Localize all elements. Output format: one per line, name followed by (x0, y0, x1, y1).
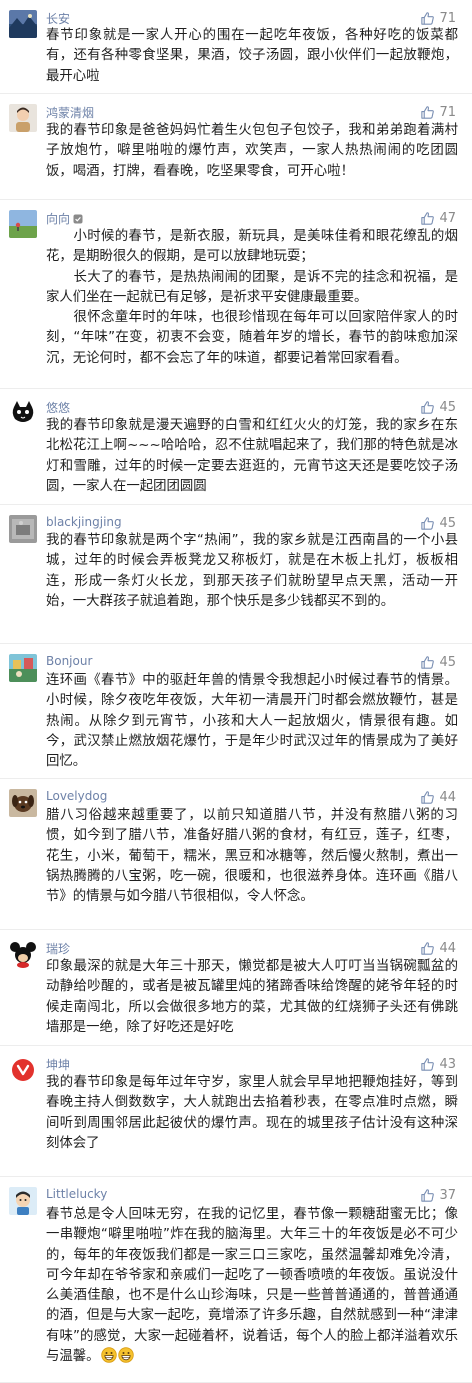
comment-item: 悠悠 45 我的春节印象就是漫天遍野的白雪和红红火火的灯笼，我的家乡在东北松花江上啊… (0, 389, 472, 505)
user-avatar[interactable] (9, 515, 37, 543)
comment-text: 我的春节印象就是两个字“热闹”，我的家乡就是江西南昌的一个小县城，过年的时候会弄… (46, 531, 458, 612)
like-button[interactable]: 47 (420, 209, 456, 227)
like-count: 43 (439, 1056, 456, 1072)
comment-list: 长安 71 春节印象就是一家人开心的围在一起吃年夜饭，各种好吃的饭菜都有，还有各种零… (0, 0, 472, 1383)
like-button[interactable]: 45 (420, 653, 456, 671)
comment-username[interactable]: Littlelucky (46, 1187, 107, 1201)
like-button[interactable]: 44 (420, 788, 456, 806)
comment-text: 我的春节印象是爸爸妈妈忙着生火包包子包饺子，我和弟弟跑着满村子放炮竹，噼里啪啦的… (46, 121, 458, 182)
thumbs-up-icon (420, 1057, 435, 1072)
comment-username[interactable]: Bonjour (46, 654, 92, 668)
like-button[interactable]: 71 (420, 103, 456, 121)
like-button[interactable]: 37 (420, 1186, 456, 1204)
user-avatar[interactable] (9, 399, 37, 427)
like-button[interactable]: 43 (420, 1055, 456, 1073)
user-avatar[interactable] (9, 1187, 37, 1215)
thumbs-up-icon (420, 790, 435, 805)
thumbs-up-icon (420, 11, 435, 26)
grinning-emoji-icon (100, 1347, 117, 1363)
comment-item: 长安 71 春节印象就是一家人开心的围在一起吃年夜饭，各种好吃的饭菜都有，还有各种零… (0, 0, 472, 94)
grinning-emoji-icon (117, 1347, 134, 1363)
thumbs-up-icon (420, 1188, 435, 1203)
like-count: 71 (439, 10, 456, 26)
comment-text: 我的春节印象就是漫天遍野的白雪和红红火火的灯笼，我的家乡在东北松花江上啊~~~哈… (46, 416, 458, 497)
comment-username[interactable]: blackjingjing (46, 515, 122, 529)
comment-username[interactable]: Lovelydog (46, 789, 107, 803)
comment-text: 我的春节印象是每年过年守岁，家里人就会早早地把鞭炮挂好，等到春晚主持人倒数数字，… (46, 1073, 458, 1154)
user-avatar[interactable] (9, 654, 37, 682)
thumbs-up-icon (420, 400, 435, 415)
thumbs-up-icon (420, 516, 435, 531)
user-avatar[interactable] (9, 210, 37, 238)
comment-paragraph: 印象最深的就是大年三十那天，懒觉都是被大人叮叮当当锅碗瓢盆的动静给吵醒的，或者是… (46, 959, 458, 1035)
like-count: 45 (439, 399, 456, 415)
comment-item: 瑞珍 44 印象最深的就是大年三十那天，懒觉都是被大人叮叮当当锅碗瓢盆的动静给吵醒的… (0, 930, 472, 1046)
comment-paragraph: 很怀念童年时的年味，也很珍惜现在每年可以回家陪伴家人的时刻，“年味”在变，初衷不… (46, 310, 458, 366)
thumbs-up-icon (420, 941, 435, 956)
comment-username[interactable]: 鸿蒙清烟 (46, 104, 94, 121)
comment-username[interactable]: 悠悠 (46, 399, 70, 416)
comment-item: Bonjour 45 连环画《春节》中的驱赶年兽的情景令我想起小时候过春节的情景。小… (0, 644, 472, 779)
comment-username[interactable]: 瑞珍 (46, 940, 70, 957)
comment-text: 小时候的春节，是新衣服，新玩具，是美味佳肴和眼花缭乱的烟花，是期盼很久的假期，是… (46, 227, 458, 369)
comment-item: 鸿蒙清烟 71 我的春节印象是爸爸妈妈忙着生火包包子包饺子，我和弟弟跑着满村子放炮竹… (0, 94, 472, 200)
comment-item: blackjingjing 45 我的春节印象就是两个字“热闹”，我的家乡就是江西南… (0, 505, 472, 644)
comment-item: 向向 47 小时候的春节，是新衣服，新玩具，是美味佳肴和眼花缭乱的烟花，是期盼很久… (0, 200, 472, 389)
comment-paragraph: 小时候的春节，是新衣服，新玩具，是美味佳肴和眼花缭乱的烟花，是期盼很久的假期，是… (46, 229, 458, 265)
comment-item: 坤坤 43 我的春节印象是每年过年守岁，家里人就会早早地把鞭炮挂好，等到春晚主持人倒… (0, 1046, 472, 1177)
like-button[interactable]: 71 (420, 9, 456, 27)
comment-paragraph: 春节总是令人回味无穷，在我的记忆里，春节像一颗糖甜蜜无比；像一串鞭炮“噼里啪啦”… (46, 1207, 458, 1365)
thumbs-up-icon (420, 211, 435, 226)
like-count: 44 (439, 789, 456, 805)
like-button[interactable]: 44 (420, 939, 456, 957)
like-count: 45 (439, 654, 456, 670)
comment-paragraph: 我的春节印象是每年过年守岁，家里人就会早早地把鞭炮挂好，等到春晚主持人倒数数字，… (46, 1075, 458, 1151)
user-avatar[interactable] (9, 1056, 37, 1084)
like-count: 47 (439, 210, 456, 226)
like-count: 71 (439, 104, 456, 120)
comment-username[interactable]: 坤坤 (46, 1056, 70, 1073)
like-count: 37 (439, 1187, 456, 1203)
thumbs-up-icon (420, 105, 435, 120)
comment-text: 春节印象就是一家人开心的围在一起吃年夜饭，各种好吃的饭菜都有，还有各种零食坚果，… (46, 26, 458, 87)
verified-badge-icon (73, 213, 83, 224)
comment-paragraph: 我的春节印象就是漫天遍野的白雪和红红火火的灯笼，我的家乡在东北松花江上啊~~~哈… (46, 418, 458, 494)
comment-paragraph: 长大了的春节，是热热闹闹的团聚，是诉不完的挂念和祝福，是家人们坐在一起就已有足够… (46, 269, 458, 305)
comment-paragraph: 腊八习俗越来越重要了，以前只知道腊八节，并没有熬腊八粥的习惯，如今到了腊八节，准… (46, 808, 458, 905)
comment-paragraph: 连环画《春节》中的驱赶年兽的情景令我想起小时候过春节的情景。小时候，除夕夜吃年夜… (46, 673, 458, 770)
comment-text: 连环画《春节》中的驱赶年兽的情景令我想起小时候过春节的情景。小时候，除夕夜吃年夜… (46, 671, 458, 772)
comment-paragraph: 我的春节印象就是两个字“热闹”，我的家乡就是江西南昌的一个小县城，过年的时候会弄… (46, 533, 458, 609)
comment-paragraph: 春节印象就是一家人开心的围在一起吃年夜饭，各种好吃的饭菜都有，还有各种零食坚果，… (46, 28, 458, 84)
comment-username[interactable]: 长安 (46, 10, 70, 27)
comment-username[interactable]: 向向 (46, 210, 83, 227)
like-button[interactable]: 45 (420, 398, 456, 416)
comment-text: 春节总是令人回味无穷，在我的记忆里，春节像一颗糖甜蜜无比；像一串鞭炮“噼里啪啦”… (46, 1205, 458, 1367)
thumbs-up-icon (420, 655, 435, 670)
user-avatar[interactable] (9, 104, 37, 132)
comment-text: 印象最深的就是大年三十那天，懒觉都是被大人叮叮当当锅碗瓢盆的动静给吵醒的，或者是… (46, 957, 458, 1038)
comment-paragraph: 我的春节印象是爸爸妈妈忙着生火包包子包饺子，我和弟弟跑着满村子放炮竹，噼里啪啦的… (46, 123, 458, 179)
user-avatar[interactable] (9, 10, 37, 38)
like-count: 44 (439, 940, 456, 956)
like-button[interactable]: 45 (420, 514, 456, 532)
comment-text: 腊八习俗越来越重要了，以前只知道腊八节，并没有熬腊八粥的习惯，如今到了腊八节，准… (46, 806, 458, 907)
user-avatar[interactable] (9, 940, 37, 968)
user-avatar[interactable] (9, 789, 37, 817)
like-count: 45 (439, 515, 456, 531)
comment-item: Littlelucky 37 春节总是令人回味无穷，在我的记忆里，春节像一颗糖甜蜜无… (0, 1177, 472, 1383)
comment-item: Lovelydog 44 腊八习俗越来越重要了，以前只知道腊八节，并没有熬腊八粥的习… (0, 779, 472, 930)
